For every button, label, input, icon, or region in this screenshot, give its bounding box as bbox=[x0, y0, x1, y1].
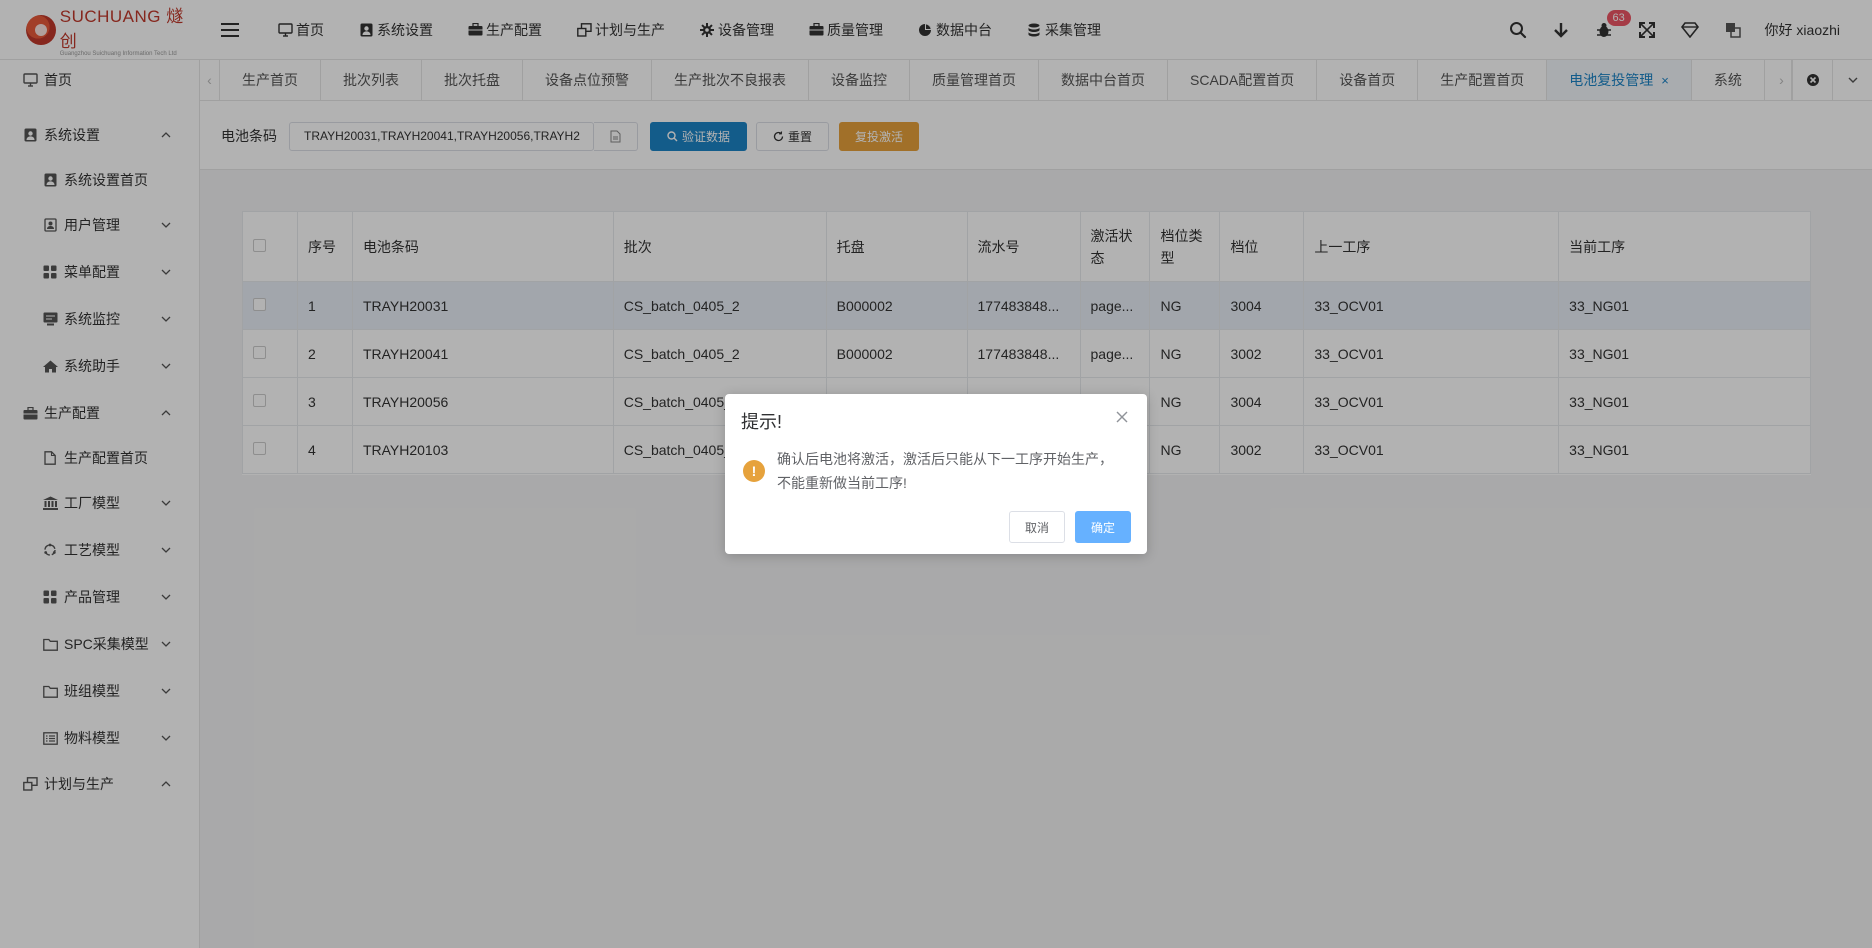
warning-icon: ! bbox=[743, 460, 765, 482]
dialog-cancel-button[interactable]: 取消 bbox=[1009, 511, 1065, 543]
dialog-ok-button[interactable]: 确定 bbox=[1075, 511, 1131, 543]
dialog-close-icon[interactable] bbox=[1115, 410, 1129, 424]
dialog-title: 提示! bbox=[741, 412, 783, 432]
dialog-message-line1: 确认后电池将激活，激活后只能从下一工序开始生产， bbox=[777, 451, 1113, 467]
dialog-message: 确认后电池将激活，激活后只能从下一工序开始生产， 不能重新做当前工序! bbox=[777, 447, 1127, 495]
confirm-dialog: 提示! ! 确认后电池将激活，激活后只能从下一工序开始生产， 不能重新做当前工序… bbox=[725, 394, 1147, 554]
dialog-message-line2: 不能重新做当前工序! bbox=[777, 475, 907, 491]
